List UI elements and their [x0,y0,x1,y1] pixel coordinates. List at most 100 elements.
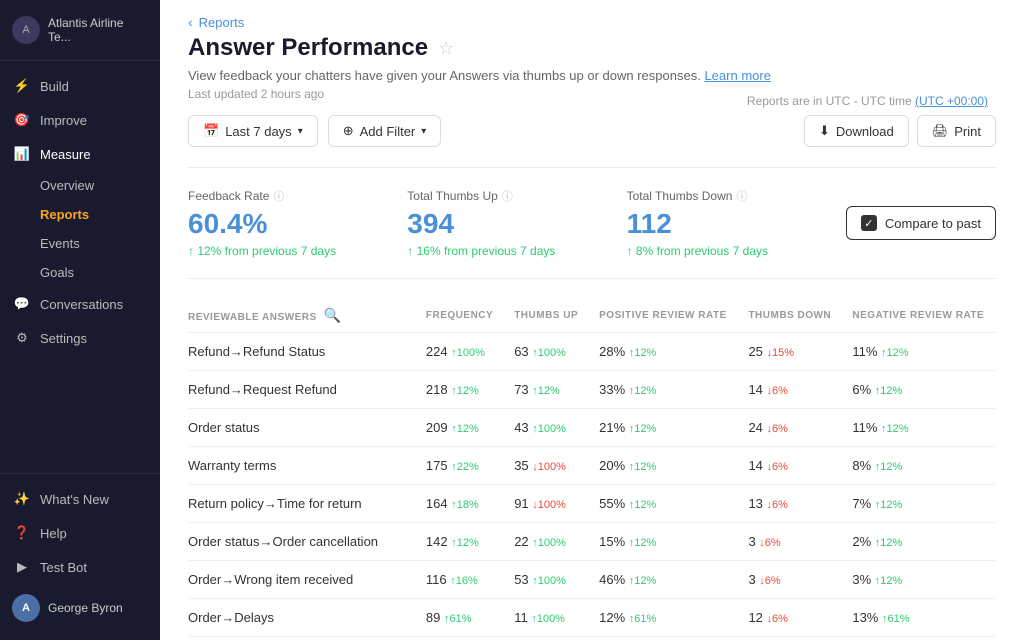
cell-frequency: 218 ↑12% [416,371,504,409]
answers-table: Reviewable Answers 🔍 Frequency Thumbs Up… [188,299,996,640]
sidebar-item-label: Conversations [40,297,123,312]
cell-frequency: 43 ↑100% [416,637,504,640]
stats-row: Feedback Rate ⓘ 60.4% ↑ 12% from previou… [188,167,996,279]
cell-answer: Order→Wrong item received [188,561,416,599]
filter-icon: ⊕ [343,123,354,139]
sidebar-item-events[interactable]: Events [0,229,160,258]
learn-more-link[interactable]: Learn more [704,68,770,83]
cell-neg-rate: 3% ↑12% [842,561,996,599]
cell-answer: Refund→Request Refund [188,371,416,409]
sidebar-item-conversations[interactable]: 💬 Conversations [0,287,160,321]
compare-to-past-button[interactable]: ✓ Compare to past [846,206,996,240]
sidebar-item-label: Test Bot [40,560,87,575]
cell-answer: Order status [188,409,416,447]
sidebar-header: A Atlantis Airline Te... [0,0,160,61]
whats-new-icon: ✨ [14,491,30,507]
cell-frequency: 175 ↑22% [416,447,504,485]
sidebar-bottom: ✨ What's New ❓ Help ▶ Test Bot A George … [0,473,160,640]
stat-thumbs-up: Total Thumbs Up ⓘ 394 ↑ 16% from previou… [407,188,626,258]
sidebar-item-build[interactable]: ⚡ Build [0,69,160,103]
cell-pos-rate: 28% ↑12% [589,333,738,371]
cell-thumbs-up: 43 ↑100% [504,409,589,447]
info-icon[interactable]: ⓘ [502,188,513,204]
cell-neg-rate: 6% ↑12% [842,371,996,409]
cell-thumbs-down: 2 ↓6% [738,637,842,640]
stat-label: Feedback Rate ⓘ [188,188,377,204]
cell-pos-rate: 0.4% ↑12% [589,637,738,640]
answers-table-wrapper: Reviewable Answers 🔍 Frequency Thumbs Up… [188,299,996,640]
cell-thumbs-up: 22 ↑100% [504,523,589,561]
page-title: Answer Performance [188,34,428,62]
table-row: Return policy→Time for return 164 ↑18% 9… [188,485,996,523]
info-icon[interactable]: ⓘ [736,188,747,204]
cell-neg-rate: 11% ↑12% [842,409,996,447]
sidebar-item-goals[interactable]: Goals [0,258,160,287]
sidebar-item-reports[interactable]: Reports [0,200,160,229]
sidebar-item-label: Improve [40,113,87,128]
cell-frequency: 89 ↑61% [416,599,504,637]
cell-neg-rate: 11% ↑12% [842,333,996,371]
chevron-down-icon: ▾ [421,126,426,137]
sidebar-item-help[interactable]: ❓ Help [0,516,160,550]
cell-frequency: 116 ↑16% [416,561,504,599]
help-icon: ❓ [14,525,30,541]
page-title-row: Answer Performance ☆ [188,34,996,62]
favorite-star-icon[interactable]: ☆ [438,38,454,59]
cell-thumbs-down: 12 ↓6% [738,599,842,637]
date-range-button[interactable]: 📅 Last 7 days ▾ [188,115,318,147]
cell-pos-rate: 46% ↑12% [589,561,738,599]
page-subtitle: View feedback your chatters have given y… [188,68,996,83]
sidebar-item-measure[interactable]: 📊 Measure [0,137,160,171]
test-bot-icon: ▶ [14,559,30,575]
cell-thumbs-down: 24 ↓6% [738,409,842,447]
breadcrumb-arrow-icon: ‹ [188,14,193,30]
improve-icon: 🎯 [14,112,30,128]
sidebar-item-settings[interactable]: ⚙ Settings [0,321,160,355]
cell-answer: Order status→Order cancellation [188,523,416,561]
print-button[interactable]: 🖨 Print [917,115,996,147]
sidebar: A Atlantis Airline Te... ⚡ Build 🎯 Impro… [0,0,160,640]
cell-thumbs-up: 73 ↑12% [504,371,589,409]
build-icon: ⚡ [14,78,30,94]
cell-neg-rate: 4% ↑12% [842,637,996,640]
table-row: Order→Delays 89 ↑61% 11 ↑100% 12% ↑61% 1… [188,599,996,637]
cell-thumbs-up: 63 ↑100% [504,333,589,371]
toolbar: 📅 Last 7 days ▾ ⊕ Add Filter ▾ ⬇ Downloa… [188,115,996,147]
stat-change: ↑ 12% from previous 7 days [188,244,377,258]
col-negative-review-rate: Negative Review Rate [842,299,996,333]
sidebar-item-test-bot[interactable]: ▶ Test Bot [0,550,160,584]
info-icon[interactable]: ⓘ [273,188,284,204]
cell-pos-rate: 33% ↑12% [589,371,738,409]
table-row: Order status→Order cancellation 142 ↑12%… [188,523,996,561]
sidebar-item-improve[interactable]: 🎯 Improve [0,103,160,137]
conversations-icon: 💬 [14,296,30,312]
table-row: Refund→Compensation 43 ↑100% 2 ↑100% 0.4… [188,637,996,640]
stat-label: Total Thumbs Up ⓘ [407,188,596,204]
settings-icon: ⚙ [14,330,30,346]
col-thumbs-up: Thumbs Up [504,299,589,333]
download-button[interactable]: ⬇ Download [804,115,909,147]
content-area: ‹ Reports Answer Performance ☆ View feed… [160,0,1024,640]
cell-pos-rate: 21% ↑12% [589,409,738,447]
cell-thumbs-up: 91 ↓100% [504,485,589,523]
utc-link[interactable]: (UTC +00:00) [915,94,988,108]
last-updated: Last updated 2 hours ago [188,87,324,101]
cell-frequency: 209 ↑12% [416,409,504,447]
sidebar-item-label: Help [40,526,67,541]
breadcrumb[interactable]: ‹ Reports [188,0,996,34]
cell-answer: Refund→Refund Status [188,333,416,371]
add-filter-button[interactable]: ⊕ Add Filter ▾ [328,115,442,147]
stat-value: 394 [407,208,596,240]
stat-label: Total Thumbs Down ⓘ [627,188,816,204]
cell-answer: Refund→Compensation [188,637,416,640]
cell-thumbs-down: 25 ↓15% [738,333,842,371]
compare-checkbox: ✓ [861,215,877,231]
search-answers-button[interactable]: 🔍 [320,307,345,324]
workspace-avatar: A [12,16,40,44]
print-icon: 🖨 [932,123,949,139]
cell-neg-rate: 8% ↑12% [842,447,996,485]
sidebar-item-label: Settings [40,331,87,346]
sidebar-item-whats-new[interactable]: ✨ What's New [0,482,160,516]
user-name: George Byron [48,601,123,615]
sidebar-item-overview[interactable]: Overview [0,171,160,200]
